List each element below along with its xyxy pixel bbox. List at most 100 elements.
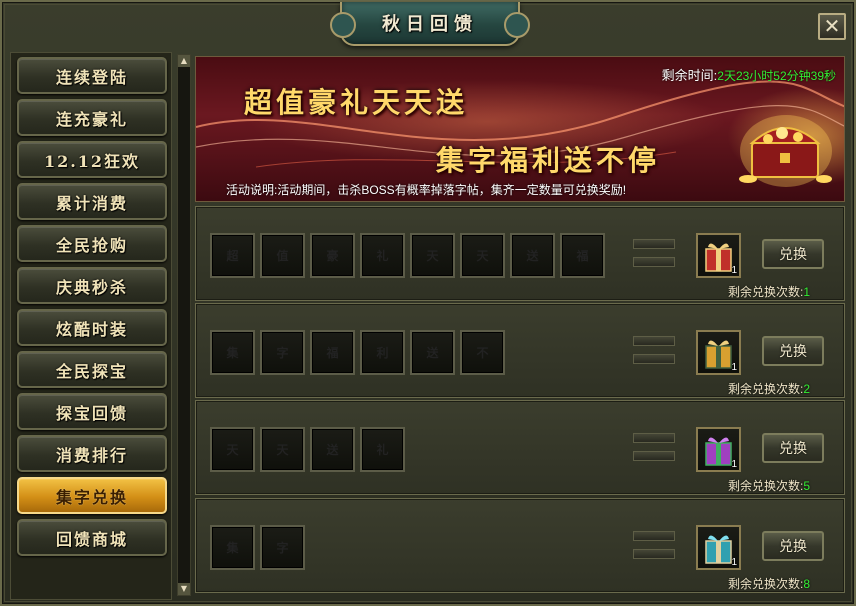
word-card-slot[interactable]: 送 [410, 330, 455, 375]
sidebar-item-label: 庆典秒杀 [55, 277, 128, 297]
autumn-feedback-window: 秋日回馈 ✕ 连续登陆 连充豪礼 12.12狂欢 累计消费 全民抢购 庆典秒杀 … [0, 0, 856, 606]
sidebar-item-recharge-gift[interactable]: 连充豪礼 [17, 99, 167, 136]
sidebar-item-group-buy[interactable]: 全民抢购 [17, 225, 167, 262]
sidebar-item-label: 连充豪礼 [55, 109, 128, 129]
sidebar-item-feedback-shop[interactable]: 回馈商城 [17, 519, 167, 556]
reward-count: 1 [731, 459, 737, 470]
sidebar-item-1212-carnival[interactable]: 12.12狂欢 [17, 141, 167, 178]
remaining-value: 2 [803, 382, 810, 396]
word-card-glyph: 利 [376, 346, 389, 360]
word-card-slot[interactable]: 送 [510, 233, 555, 278]
close-icon: ✕ [823, 14, 841, 38]
sidebar-item-fashion[interactable]: 炫酷时装 [17, 309, 167, 346]
equals-sign-icon [633, 336, 675, 366]
equals-sign-icon [633, 531, 675, 561]
word-card-glyph: 礼 [376, 443, 389, 457]
word-card-glyph: 福 [326, 346, 339, 360]
word-card-slot[interactable]: 字 [260, 525, 305, 570]
word-card-glyph: 天 [476, 249, 489, 263]
scroll-up-arrow-icon[interactable]: ▲ [178, 55, 190, 67]
sidebar-item-continuous-login[interactable]: 连续登陆 [17, 57, 167, 94]
scroll-down-arrow-icon[interactable]: ▼ [178, 583, 190, 595]
exchange-button[interactable]: 兑换 [762, 239, 824, 269]
sidebar-item-label: 12.12狂欢 [43, 151, 141, 171]
description-label: 活动说明: [226, 183, 278, 197]
reward-count: 1 [731, 557, 737, 568]
word-card-glyph: 福 [576, 249, 589, 263]
sidebar-item-treasure-hunt[interactable]: 全民探宝 [17, 351, 167, 388]
sidebar-item-label: 回馈商城 [55, 529, 128, 549]
content-scrollbar[interactable]: ▲ ▼ [177, 54, 191, 596]
reward-gift-slot[interactable]: 1 [696, 330, 741, 375]
equals-sign-icon [633, 433, 675, 463]
banner-headline-1: 超值豪礼天天送 [244, 86, 469, 119]
word-card-slot[interactable]: 福 [560, 233, 605, 278]
equals-sign-icon [633, 239, 675, 269]
reward-count: 1 [731, 265, 737, 276]
word-card-glyph: 集 [226, 541, 239, 555]
word-card-slot[interactable]: 超 [210, 233, 255, 278]
word-card-glyph: 不 [476, 346, 489, 360]
word-card-slot[interactable]: 送 [310, 427, 355, 472]
word-card-glyph: 送 [326, 443, 339, 457]
sidebar-item-cumulative-spend[interactable]: 累计消费 [17, 183, 167, 220]
sidebar-item-label: 连续登陆 [55, 67, 128, 87]
word-card-glyph: 天 [276, 443, 289, 457]
description-text: 活动期间，击杀BOSS有概率掉落字帖，集齐一定数量可兑换奖励! [277, 183, 627, 197]
word-card-glyph: 字 [276, 346, 289, 360]
title-plate: 秋日回馈 [330, 2, 530, 46]
word-card-slot[interactable]: 天 [210, 427, 255, 472]
word-card-slot[interactable]: 豪 [310, 233, 355, 278]
remaining-label: 剩余兑换次数: [727, 577, 804, 591]
remaining-label: 剩余兑换次数: [727, 382, 804, 396]
exchange-button[interactable]: 兑换 [762, 433, 824, 463]
sidebar-item-spend-ranking[interactable]: 消费排行 [17, 435, 167, 472]
remaining-value: 8 [803, 577, 810, 591]
reward-gift-slot[interactable]: 1 [696, 427, 741, 472]
banner-headline-2: 集字福利送不停 [436, 144, 661, 177]
sidebar-item-flash-sale[interactable]: 庆典秒杀 [17, 267, 167, 304]
remaining-exchanges: 剩余兑换次数:1 [728, 283, 810, 300]
close-button[interactable]: ✕ [818, 13, 846, 40]
remaining-label: 剩余兑换次数: [727, 479, 804, 493]
exchange-row: 超 值 豪 礼 天 天 送 福 1 兑换 剩余兑换次数:1 [195, 206, 845, 301]
sidebar-item-treasure-feedback[interactable]: 探宝回馈 [17, 393, 167, 430]
reward-count: 1 [731, 362, 737, 373]
sidebar-item-word-exchange[interactable]: 集字兑换 [17, 477, 167, 514]
reward-gift-slot[interactable]: 1 [696, 525, 741, 570]
word-card-slot[interactable]: 礼 [360, 427, 405, 472]
reward-gift-slot[interactable]: 1 [696, 233, 741, 278]
event-banner: 超值豪礼天天送 集字福利送不停 剩余时间:2天23小时52分钟39秒 活动说明:… [195, 56, 845, 202]
remaining-exchanges: 剩余兑换次数:8 [728, 575, 810, 592]
word-card-slot[interactable]: 不 [460, 330, 505, 375]
word-card-slot[interactable]: 天 [410, 233, 455, 278]
activity-description: 活动说明:活动期间，击杀BOSS有概率掉落字帖，集齐一定数量可兑换奖励! [226, 181, 626, 198]
sidebar-item-label: 全民抢购 [55, 235, 128, 255]
word-card-glyph: 天 [226, 443, 239, 457]
exchange-row: 天 天 送 礼 1 兑换 剩余兑换次数:5 [195, 400, 845, 495]
word-card-slot[interactable]: 天 [260, 427, 305, 472]
word-card-slot[interactable]: 值 [260, 233, 305, 278]
word-card-slot[interactable]: 利 [360, 330, 405, 375]
word-card-glyph: 送 [426, 346, 439, 360]
word-card-glyph: 超 [226, 249, 239, 263]
exchange-button[interactable]: 兑换 [762, 531, 824, 561]
sidebar-item-label: 探宝回馈 [55, 403, 128, 423]
exchange-button[interactable]: 兑换 [762, 336, 824, 366]
sidebar-item-label: 累计消费 [55, 193, 128, 213]
treasure-chest-icon [739, 115, 832, 187]
word-card-slot[interactable]: 集 [210, 330, 255, 375]
sidebar-item-label: 炫酷时装 [55, 319, 128, 339]
exchange-row: 集 字 1 兑换 剩余兑换次数:8 [195, 498, 845, 593]
word-card-slot[interactable]: 集 [210, 525, 255, 570]
timer-label: 剩余时间: [661, 68, 718, 83]
word-card-glyph: 礼 [376, 249, 389, 263]
word-card-slot[interactable]: 福 [310, 330, 355, 375]
remaining-exchanges: 剩余兑换次数:2 [728, 380, 810, 397]
word-card-glyph: 集 [226, 346, 239, 360]
word-card-slot[interactable]: 礼 [360, 233, 405, 278]
word-card-slot[interactable]: 字 [260, 330, 305, 375]
word-card-glyph: 值 [276, 249, 289, 263]
word-card-slot[interactable]: 天 [460, 233, 505, 278]
activity-sidebar: 连续登陆 连充豪礼 12.12狂欢 累计消费 全民抢购 庆典秒杀 炫酷时装 全民… [10, 52, 172, 600]
